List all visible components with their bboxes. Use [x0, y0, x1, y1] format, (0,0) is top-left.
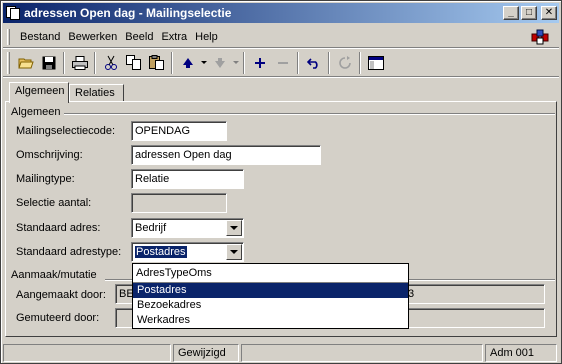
dropdown-column-header: AdresTypeOms — [133, 264, 408, 283]
menu-extra[interactable]: Extra — [157, 31, 191, 43]
menu-help[interactable]: Help — [191, 31, 222, 43]
window-icon[interactable] — [364, 52, 387, 74]
arrow-up-dropdown-icon[interactable] — [199, 52, 208, 74]
group-audit-title: Aanmaak/mutatie — [11, 269, 100, 281]
type-field[interactable]: Relatie — [131, 169, 244, 189]
dropdown-option-postadres[interactable]: Postadres — [133, 283, 408, 298]
undo-icon[interactable] — [302, 52, 325, 74]
arrow-down-icon[interactable] — [208, 52, 231, 74]
tab-relaties[interactable]: Relaties — [69, 84, 124, 102]
count-label: Selectie aantal: — [16, 197, 92, 209]
dropdown-option-bezoekadres[interactable]: Bezoekadres — [133, 298, 408, 313]
status-user: Adm 001 — [485, 344, 557, 362]
title-bar[interactable]: adressen Open dag - Mailingselectie _ □ … — [3, 3, 559, 23]
cut-icon[interactable] — [99, 52, 122, 74]
minimize-button[interactable]: _ — [503, 6, 519, 20]
count-field — [131, 193, 227, 213]
status-cell-1 — [3, 344, 171, 362]
std-addresstype-select[interactable]: Postadres — [131, 242, 244, 262]
status-bar: Gewijzigd Adm 001 — [3, 343, 559, 363]
menu-grip[interactable] — [7, 28, 10, 45]
status-text: Gewijzigd — [173, 344, 239, 362]
std-address-dropdown-button[interactable] — [226, 220, 242, 236]
std-address-label: Standaard adres: — [16, 222, 101, 234]
addresstype-dropdown-list[interactable]: AdresTypeOms Postadres Bezoekadres Werka… — [132, 263, 409, 329]
created-label: Aangemaakt door: — [16, 289, 106, 301]
arrow-up-icon[interactable] — [176, 52, 199, 74]
maximize-button[interactable]: □ — [521, 6, 537, 20]
toolbar — [3, 49, 559, 77]
window-title: adressen Open dag - Mailingselectie — [24, 6, 232, 20]
chevron-down-icon — [230, 226, 238, 230]
std-address-value: Bedrijf — [135, 222, 167, 234]
group-general-title: Algemeen — [11, 106, 64, 118]
type-label: Mailingtype: — [16, 173, 75, 185]
toolbar-grip[interactable] — [7, 51, 10, 74]
modified-label: Gemuteerd door: — [16, 312, 100, 324]
open-folder-icon[interactable] — [14, 52, 37, 74]
menu-beeld[interactable]: Beeld — [121, 31, 157, 43]
window-app-icon — [5, 5, 21, 21]
std-addresstype-dropdown-button[interactable] — [226, 244, 242, 260]
code-field[interactable]: OPENDAG — [131, 121, 227, 141]
status-cell-3 — [241, 344, 483, 362]
std-addresstype-label: Standaard adrestype: — [16, 246, 122, 258]
std-addresstype-value: Postadres — [135, 246, 187, 258]
dropdown-option-werkadres[interactable]: Werkadres — [133, 313, 408, 328]
group-general-line — [51, 113, 555, 115]
print-icon[interactable] — [68, 52, 91, 74]
menu-bar: Bestand Bewerken Beeld Extra Help — [3, 26, 559, 48]
paste-icon[interactable] — [145, 52, 168, 74]
code-label: Mailingselectiecode: — [16, 125, 116, 137]
chevron-down-icon — [230, 250, 238, 254]
menu-bestand[interactable]: Bestand — [16, 31, 64, 43]
main-window: adressen Open dag - Mailingselectie _ □ … — [0, 0, 562, 364]
arrow-down-dropdown-icon[interactable] — [231, 52, 240, 74]
copy-icon[interactable] — [122, 52, 145, 74]
tab-algemeen[interactable]: Algemeen — [9, 82, 69, 103]
std-address-select[interactable]: Bedrijf — [131, 218, 244, 238]
app-logo-icon[interactable] — [531, 29, 549, 45]
remove-icon[interactable] — [271, 52, 294, 74]
refresh-icon[interactable] — [333, 52, 356, 74]
description-field[interactable]: adressen Open dag — [131, 145, 321, 165]
add-icon[interactable] — [248, 52, 271, 74]
save-icon[interactable] — [37, 52, 60, 74]
close-button[interactable]: ✕ — [541, 6, 557, 20]
menu-bewerken[interactable]: Bewerken — [64, 31, 121, 43]
description-label: Omschrijving: — [16, 149, 83, 161]
